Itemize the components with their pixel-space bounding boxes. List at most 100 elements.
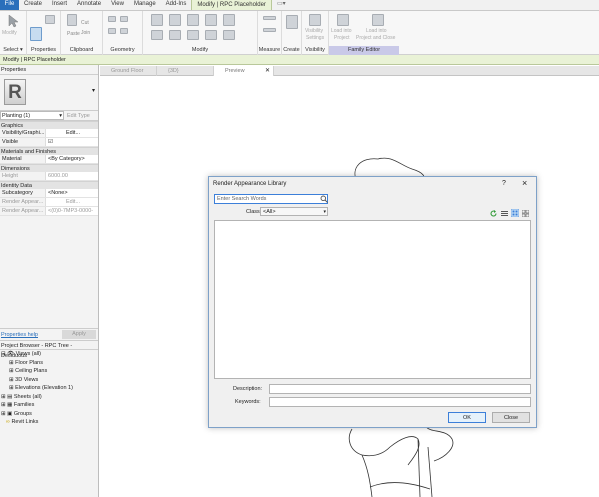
paste-icon[interactable] (67, 14, 77, 26)
tree-item[interactable]: ⊞ Floor Plans (0, 359, 98, 368)
tab-manage[interactable]: Manage (129, 0, 161, 10)
close-button[interactable]: Close (492, 412, 530, 423)
array-icon[interactable] (223, 14, 235, 26)
offset-icon[interactable] (169, 14, 181, 26)
tree-item[interactable]: ⊞ ▣ Groups (0, 410, 98, 419)
load-into-project-icon[interactable] (337, 14, 349, 26)
split-icon[interactable] (205, 14, 217, 26)
geometry-tool-icon-1[interactable] (108, 16, 116, 22)
tab-modify-rpc[interactable]: Modify | RPC Placeholder (191, 0, 272, 10)
height-value[interactable]: 6000.00 (45, 172, 98, 180)
project-browser-title: Project Browser - RPC Tree - Deciduous (0, 340, 98, 359)
render-appearance-value: <(0)0-7MP3-0000- (45, 207, 98, 215)
keywords-field[interactable] (269, 397, 531, 407)
move-icon[interactable] (151, 30, 163, 40)
family-editor-panel-label: Family Editor (329, 46, 399, 55)
trim-icon[interactable] (205, 30, 217, 40)
scale-icon[interactable] (223, 30, 235, 40)
tab-file[interactable]: File (0, 0, 19, 10)
panel-family-editor: Load into Project Load into Project and … (329, 11, 399, 55)
ok-button[interactable]: OK (448, 412, 486, 423)
panel-geometry: Geometry (103, 11, 143, 55)
visibility-settings-label-2: Settings (306, 35, 325, 41)
visibility-edit-button[interactable]: Edit... (45, 129, 98, 137)
search-input[interactable]: Enter Search Words (214, 194, 328, 204)
help-button[interactable]: ? (502, 180, 506, 187)
material-value[interactable]: <By Category> (45, 155, 98, 163)
close-tab-icon[interactable]: ✕ (265, 66, 270, 76)
close-icon[interactable]: × (522, 178, 527, 188)
view-tab-3d[interactable]: {3D} (157, 66, 214, 76)
thumbnail-view-icon[interactable] (511, 209, 519, 217)
select-panel-label[interactable]: Select ▾ (0, 46, 26, 55)
view-tab-ground-floor[interactable]: Ground Floor (100, 66, 157, 76)
tree-item[interactable]: ⊞ Ceiling Plans (0, 367, 98, 376)
prop-row-render-appearance-source: Render Appear... <(0)0-7MP3-0000- (0, 207, 98, 216)
section-identity[interactable]: Identity Data (0, 181, 98, 189)
properties-icon[interactable] (30, 27, 42, 41)
visible-checkbox[interactable]: ☑ (45, 138, 98, 146)
panel-modify: Modify (143, 11, 258, 55)
dimension-icon[interactable] (263, 28, 276, 32)
geometry-tool-icon-2[interactable] (120, 16, 128, 22)
tab-insert[interactable]: Insert (47, 0, 72, 10)
render-appearance-edit-button[interactable]: Edit... (45, 198, 98, 206)
tab-annotate[interactable]: Annotate (72, 0, 106, 10)
description-field[interactable] (269, 384, 531, 394)
paste-label[interactable]: Paste (67, 31, 80, 37)
tree-item[interactable]: ⊞ ▤ Sheets (all) (0, 393, 98, 402)
tab-view[interactable]: View (106, 0, 129, 10)
section-dimensions[interactable]: Dimensions (0, 164, 98, 172)
create-group-icon[interactable] (286, 15, 298, 29)
load-and-close-label-1: Load into (366, 28, 387, 34)
tree-label: Sheets (all) (13, 393, 42, 400)
search-icon[interactable] (320, 195, 328, 203)
prop-key: Render Appear... (2, 199, 44, 205)
edit-type-button[interactable]: Edit Type (67, 113, 90, 119)
refresh-icon[interactable] (490, 210, 497, 217)
mirror-icon[interactable] (187, 14, 199, 26)
class-select[interactable]: <All> ▾ (260, 207, 328, 216)
view-tab-preview[interactable]: Preview ✕ (214, 66, 274, 76)
properties-help-link[interactable]: Properties help (1, 332, 38, 338)
measure-icon[interactable] (263, 16, 276, 20)
ribbon-tab-bar: File Create Insert Annotate View Manage … (0, 0, 599, 11)
visibility-panel-label: Visibility (305, 47, 325, 53)
tab-create[interactable]: Create (19, 0, 47, 10)
section-graphics[interactable]: Graphics (0, 121, 98, 129)
geometry-panel-label: Geometry (110, 47, 135, 53)
modify-tool-label[interactable]: Modify (2, 30, 17, 36)
tree-item[interactable]: ⊞ Elevations (Elevation 1) (0, 384, 98, 393)
copy-icon[interactable] (169, 30, 181, 40)
load-and-close-icon[interactable] (372, 14, 384, 26)
type-selector-arrow-icon[interactable]: ▾ (92, 87, 95, 94)
align-icon[interactable] (151, 14, 163, 26)
class-select-value: <All> (263, 209, 276, 215)
apply-button[interactable]: Apply (62, 330, 96, 339)
cut-label[interactable]: Cut (81, 20, 89, 26)
tree-item[interactable]: ∞ Revit Links (0, 418, 98, 427)
tree-item[interactable]: ⊞ ▦ Families (0, 401, 98, 410)
visibility-settings-label-1: Visibility (305, 28, 323, 34)
grid-view-icon[interactable] (522, 210, 529, 217)
panel-clipboard: Paste Cut Join Clipboard (61, 11, 103, 55)
ribbon-options-icon[interactable]: ▭▾ (272, 0, 291, 10)
appearance-list[interactable] (214, 220, 531, 379)
sheets-icon: ▤ (7, 393, 13, 400)
geometry-tool-icon-4[interactable] (120, 28, 128, 34)
list-view-icon[interactable] (501, 210, 508, 217)
geometry-tool-icon-3[interactable] (108, 28, 116, 34)
prop-row-visibility: Visibility/Graphi... Edit... (0, 129, 98, 138)
visibility-settings-icon[interactable] (309, 14, 321, 26)
subcategory-value[interactable]: <None> (45, 189, 98, 197)
instance-selector[interactable]: Planting (1) ▾ (0, 111, 64, 120)
groups-icon: ▣ (7, 410, 13, 417)
tree-item[interactable]: ⊟ 👁 Views (all) (0, 350, 98, 359)
tree-item[interactable]: ⊞ 3D Views (0, 376, 98, 385)
rotate-icon[interactable] (187, 30, 199, 40)
cursor-arrow-icon[interactable] (7, 14, 19, 28)
type-properties-icon[interactable] (45, 15, 55, 24)
tab-add-ins[interactable]: Add-Ins (161, 0, 192, 10)
section-materials[interactable]: Materials and Finishes (0, 147, 98, 155)
join-label[interactable]: Join (81, 30, 90, 36)
